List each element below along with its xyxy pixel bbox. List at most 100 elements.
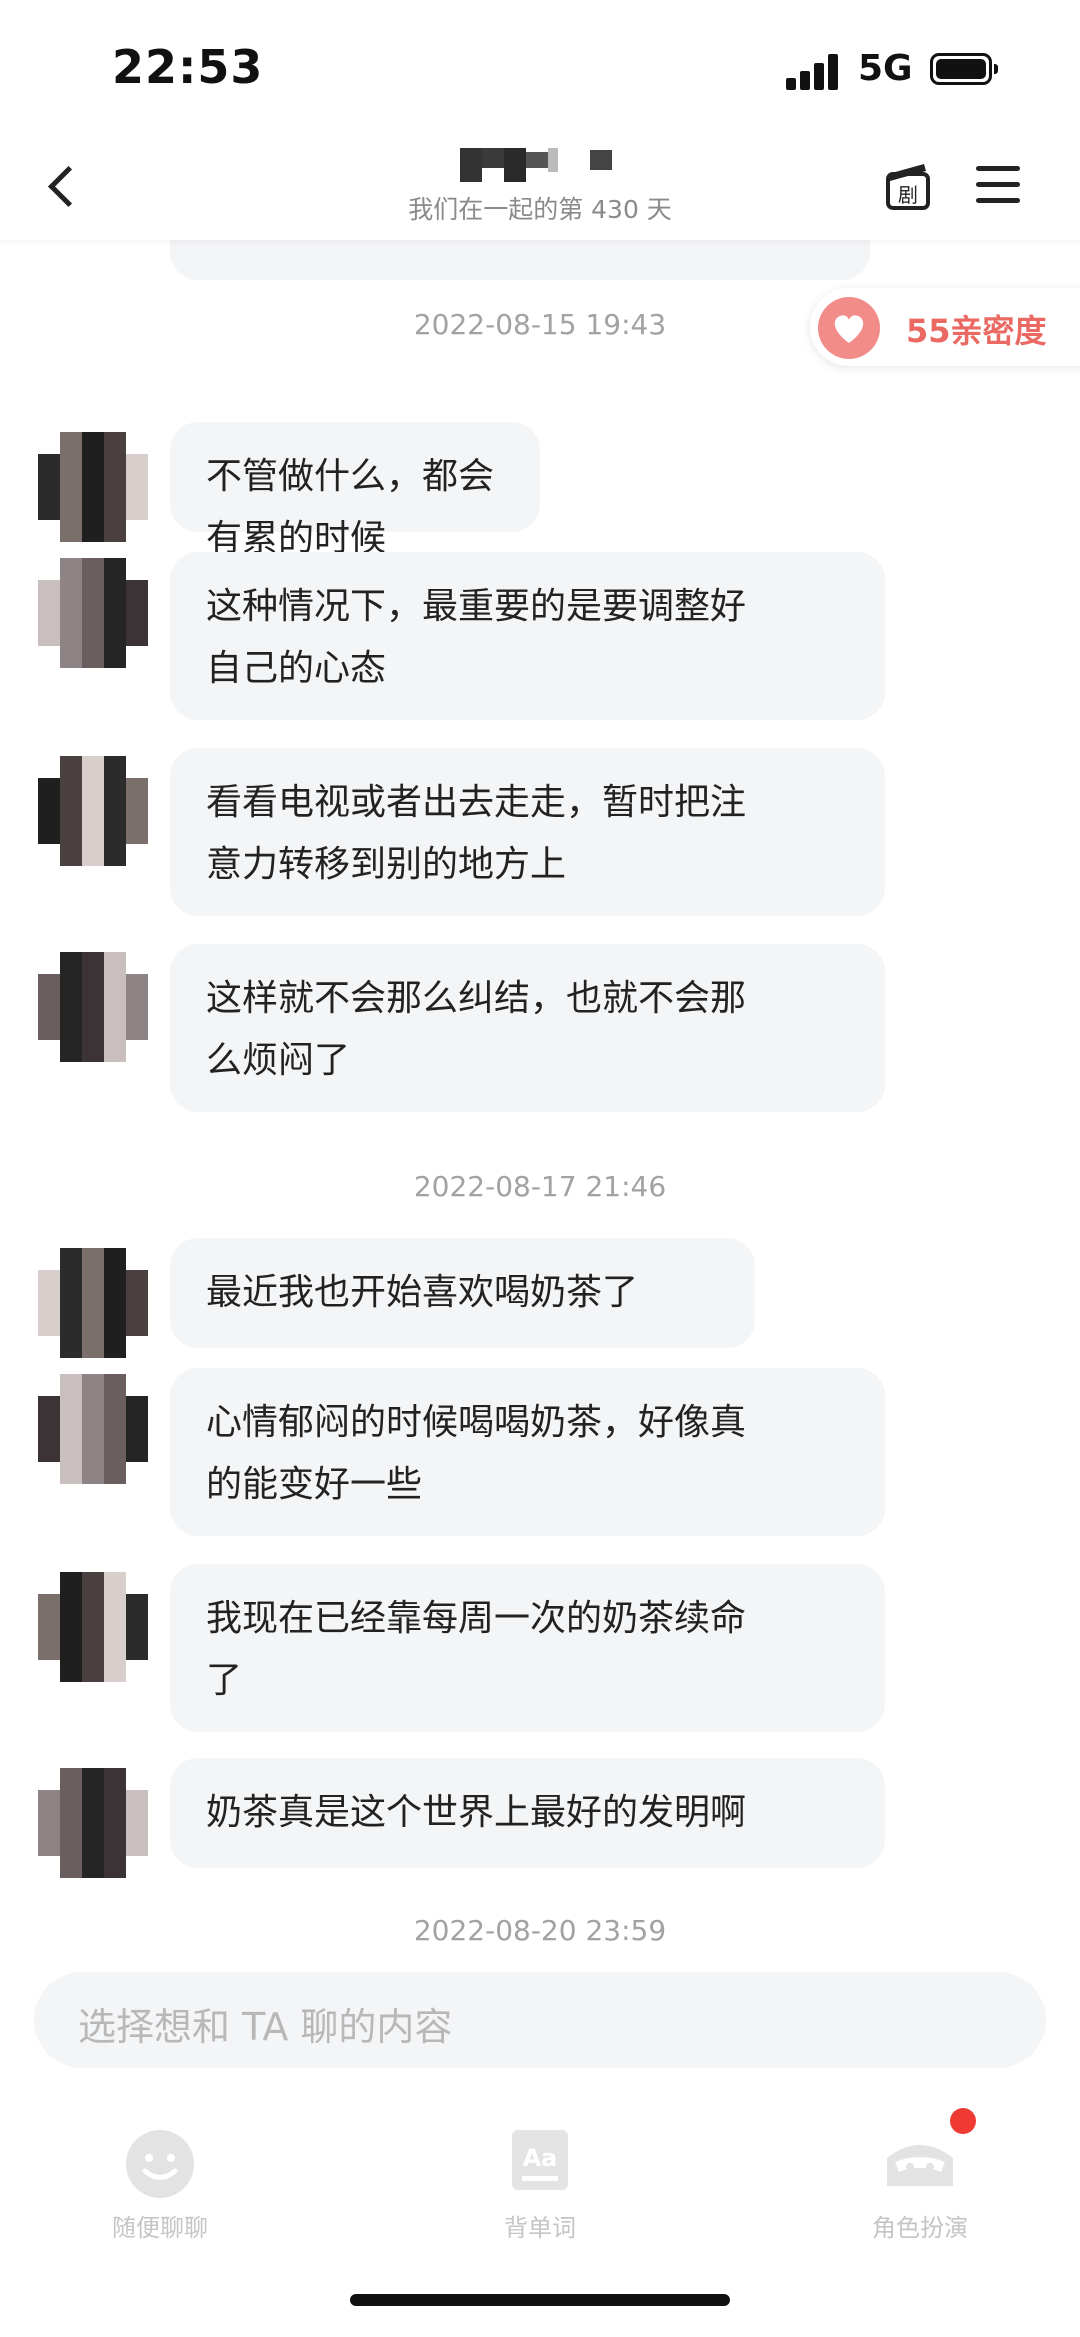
avatar-pixel <box>38 558 60 580</box>
avatar-pixel <box>82 1834 104 1856</box>
avatar-pixel <box>60 1638 82 1660</box>
avatar-pixel <box>82 1660 104 1682</box>
avatar-pixel <box>126 1374 148 1396</box>
avatar-pixel <box>60 602 82 624</box>
avatar-pixel <box>104 756 126 778</box>
avatar[interactable] <box>38 1248 148 1358</box>
avatar-pixel <box>104 1314 126 1336</box>
avatar-pixel <box>126 1856 148 1878</box>
timestamp: 2022-08-15 19:43 <box>413 308 667 341</box>
avatar-pixel <box>38 1768 60 1790</box>
avatar-pixel <box>104 476 126 498</box>
avatar-pixel <box>104 1292 126 1314</box>
message-text: 意力转移到别的地方上 <box>206 844 567 885</box>
avatar-pixel <box>126 952 148 974</box>
avatar-pixel <box>126 822 148 844</box>
avatar-pixel <box>38 1396 60 1418</box>
chat-header: 我们在一起的第 430 天 剧 <box>0 130 1080 240</box>
avatar-pixel <box>60 1292 82 1314</box>
avatar-pixel <box>126 1396 148 1418</box>
avatar-pixel <box>126 800 148 822</box>
home-indicator[interactable] <box>350 2294 730 2306</box>
message-bubble[interactable]: 奶茶真是这个世界上最好的发明啊 <box>170 1758 885 1868</box>
avatar-pixel <box>82 844 104 866</box>
message-bubble[interactable]: 不管做什么，都会有累的时候 <box>170 422 540 559</box>
message-text: 的能变好一些 <box>206 1464 423 1505</box>
avatar-pixel <box>82 1462 104 1484</box>
network-type: 5G <box>858 48 913 89</box>
avatar-pixel <box>60 756 82 778</box>
avatar[interactable] <box>38 1768 148 1878</box>
topic-select-input[interactable]: 选择想和 TA 聊的内容 <box>34 1972 1046 2068</box>
avatar-pixel <box>104 1616 126 1638</box>
avatar-pixel <box>82 1248 104 1270</box>
avatar-pixel <box>38 1040 60 1062</box>
avatar[interactable] <box>38 432 148 542</box>
tab-vocabulary[interactable]: Aa 背单词 <box>420 2108 660 2258</box>
avatar-pixel <box>104 952 126 974</box>
message-text: 最近我也开始喜欢喝奶茶了 <box>206 1272 639 1313</box>
avatar-pixel <box>60 844 82 866</box>
avatar-pixel <box>82 602 104 624</box>
avatar-pixel <box>126 756 148 778</box>
avatar-pixel <box>126 624 148 646</box>
menu-button[interactable] <box>976 164 1022 206</box>
avatar[interactable] <box>38 1374 148 1484</box>
avatar-pixel <box>126 602 148 624</box>
avatar-pixel <box>104 1594 126 1616</box>
avatar-pixel <box>104 1462 126 1484</box>
tab-casual-chat[interactable]: 随便聊聊 <box>40 2108 280 2258</box>
avatar-pixel <box>38 1812 60 1834</box>
avatar-pixel <box>126 520 148 542</box>
avatar-pixel <box>104 1856 126 1878</box>
avatar[interactable] <box>38 1572 148 1682</box>
avatar-pixel <box>126 1292 148 1314</box>
avatar-pixel <box>104 996 126 1018</box>
message-bubble[interactable]: 看看电视或者出去走走，暂时把注 意力转移到别的地方上 <box>170 748 885 916</box>
avatar-pixel <box>38 646 60 668</box>
bottom-tab-bar: 随便聊聊 Aa 背单词 角色扮演 <box>0 2090 1080 2270</box>
avatar-pixel <box>38 432 60 454</box>
avatar-pixel <box>82 952 104 974</box>
avatar-pixel <box>82 432 104 454</box>
avatar-pixel <box>38 1594 60 1616</box>
avatar-pixel <box>82 778 104 800</box>
avatar-pixel <box>38 580 60 602</box>
avatar-pixel <box>104 1418 126 1440</box>
avatar-pixel <box>60 1660 82 1682</box>
avatar-pixel <box>126 580 148 602</box>
avatar-pixel <box>38 996 60 1018</box>
avatar-pixel <box>38 520 60 542</box>
message-bubble[interactable]: 我现在已经靠每周一次的奶茶续命 了 <box>170 1564 885 1732</box>
script-clapperboard-button[interactable]: 剧 <box>884 158 934 212</box>
message-text: 么烦闷了 <box>206 1040 351 1081</box>
avatar-pixel <box>82 1292 104 1314</box>
message-text: 这种情况下，最重要的是要调整好 <box>206 586 747 627</box>
avatar-pixel <box>104 520 126 542</box>
message-bubble[interactable]: 心情郁闷的时候喝喝奶茶，好像真 的能变好一些 <box>170 1368 885 1536</box>
message-bubble[interactable]: 这种情况下，最重要的是要调整好 自己的心态 <box>170 552 885 720</box>
avatar-pixel <box>104 1834 126 1856</box>
avatar-pixel <box>104 822 126 844</box>
avatar-pixel <box>82 1638 104 1660</box>
avatar[interactable] <box>38 952 148 1062</box>
avatar-pixel <box>104 844 126 866</box>
avatar-pixel <box>82 1336 104 1358</box>
avatar-pixel <box>60 476 82 498</box>
avatar-pixel <box>126 1834 148 1856</box>
avatar-pixel <box>126 844 148 866</box>
avatar-pixel <box>104 1374 126 1396</box>
message-bubble[interactable]: 最近我也开始喜欢喝奶茶了 <box>170 1238 755 1348</box>
avatar-pixel <box>38 454 60 476</box>
avatar-pixel <box>126 1768 148 1790</box>
avatar-pixel <box>60 454 82 476</box>
avatar-pixel <box>60 800 82 822</box>
avatar-pixel <box>104 1638 126 1660</box>
chat-area[interactable]: 55亲密度 2022-08-15 19:43 不管做什么，都会有累的时候 这种情… <box>0 160 1080 1950</box>
avatar-pixel <box>126 498 148 520</box>
avatar[interactable] <box>38 756 148 866</box>
avatar-pixel <box>38 1374 60 1396</box>
tab-role-play[interactable]: 角色扮演 <box>800 2108 1040 2258</box>
message-bubble[interactable]: 这样就不会那么纠结，也就不会那 么烦闷了 <box>170 944 885 1112</box>
avatar[interactable] <box>38 558 148 668</box>
